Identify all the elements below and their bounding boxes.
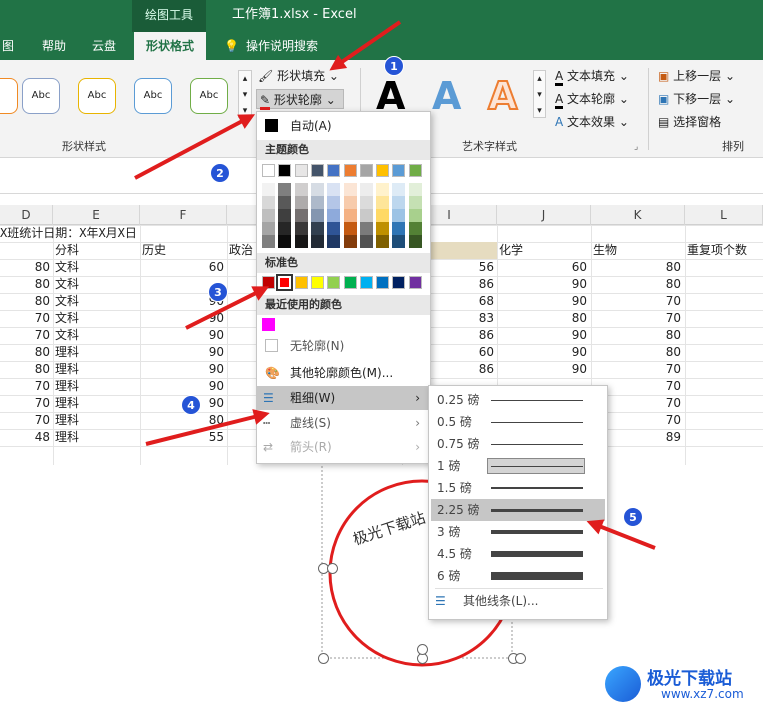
step-badge-4: 4: [181, 395, 201, 415]
step-badge-1: 1: [384, 56, 404, 76]
watermark-title: 极光下载站: [647, 669, 732, 689]
arrow-head: [583, 513, 605, 535]
aurora-logo-icon: [605, 666, 641, 702]
watermark: 极光下载站 www.xz7.com: [605, 662, 755, 708]
red-arrow: [134, 116, 249, 180]
red-arrow: [145, 413, 263, 446]
step-badge-5: 5: [623, 507, 643, 527]
excel-window: 绘图工具 工作簿1.xlsx - Excel 图 帮助 云盘 形状格式 💡 操作…: [0, 0, 763, 715]
step-badge-3: 3: [208, 282, 228, 302]
red-arrow: [593, 522, 656, 550]
annotation-layer: 1 2 3 4 5: [0, 0, 763, 715]
watermark-url: www.xz7.com: [661, 687, 744, 701]
arrow-head: [252, 405, 272, 425]
arrow-head: [251, 279, 273, 301]
arrow-head: [237, 107, 259, 129]
step-badge-2: 2: [210, 163, 230, 183]
